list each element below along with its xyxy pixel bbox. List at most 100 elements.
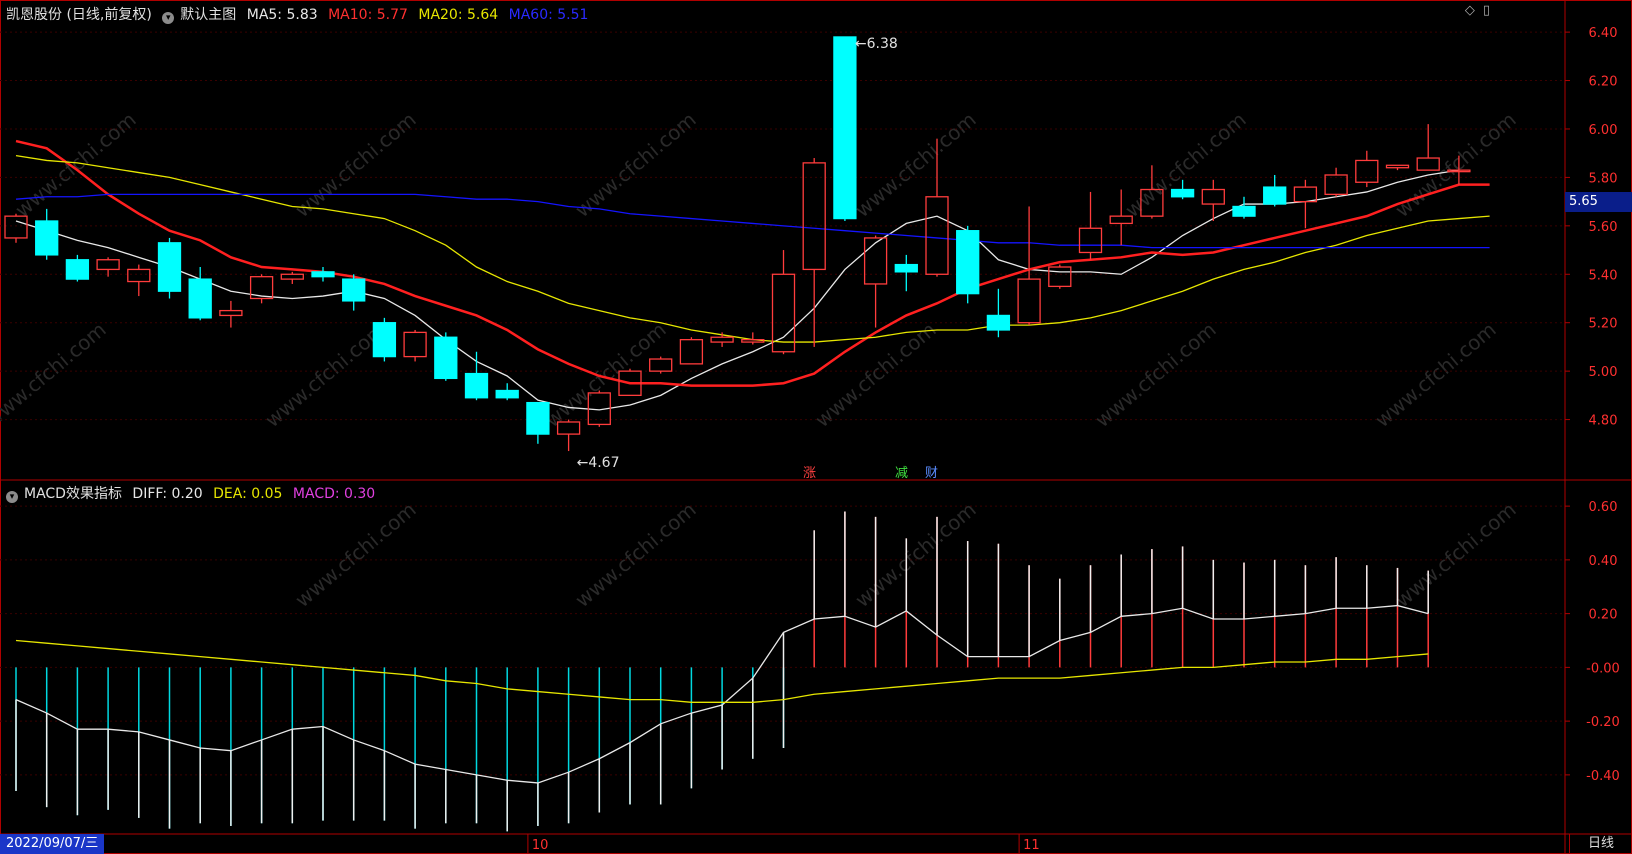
- watermark-text: www.cfchi.com: [290, 107, 420, 222]
- candle: [280, 271, 304, 284]
- watermark-text: www.cfchi.com: [1090, 317, 1220, 432]
- watermark-text: www.cfchi.com: [810, 317, 940, 432]
- candle-body-down: [342, 278, 366, 302]
- moving-average-lines: [15, 139, 1490, 411]
- window-icon[interactable]: ▯: [1483, 3, 1490, 18]
- candle: [35, 208, 59, 260]
- macd-title[interactable]: MACD效果指标: [24, 486, 122, 502]
- dea-value: DEA: 0.05: [213, 486, 283, 502]
- cursor-date: 2022/09/07/三: [0, 834, 105, 854]
- x-tick-label: 10: [532, 838, 549, 853]
- event-tag-finance[interactable]: 财: [925, 462, 938, 481]
- candle: [894, 254, 918, 292]
- watermark-text: www.cfchi.com: [540, 317, 670, 432]
- watermark-text: www.cfchi.com: [290, 497, 420, 612]
- main-view-label[interactable]: 默认主图: [180, 7, 236, 23]
- candle-body-up: [219, 309, 243, 317]
- price-tick-label: 5.00: [1589, 365, 1618, 380]
- extreme-price-label: ←4.67: [577, 455, 620, 471]
- event-tag-reduce[interactable]: 减: [895, 462, 908, 481]
- ma5-value: MA5: 5.83: [246, 7, 318, 23]
- dropdown-icon[interactable]: ▾: [6, 491, 18, 503]
- candle: [342, 274, 366, 311]
- candle-body-down: [986, 314, 1011, 331]
- price-tick-label: 6.20: [1589, 75, 1618, 90]
- candle: [434, 332, 458, 381]
- price-tick-label: 5.60: [1589, 220, 1618, 235]
- candle-body-down: [495, 389, 519, 399]
- macd-tick-label: -0.00: [1586, 661, 1620, 676]
- watermark-text: www.cfchi.com: [850, 497, 980, 612]
- candle-body-down: [894, 263, 918, 273]
- price-tick-label: 4.80: [1589, 414, 1618, 429]
- candle-body-up: [1017, 278, 1041, 324]
- x-tick-label: 11: [1023, 838, 1040, 853]
- candle-body-down: [65, 259, 90, 280]
- candle-body-down: [1232, 205, 1256, 217]
- candle: [771, 250, 796, 355]
- main-chart-header: 凯恩股份 (日线,前复权) ▾ 默认主图 MA5: 5.83 MA10: 5.77…: [6, 4, 594, 24]
- candle-body-down: [956, 230, 980, 295]
- macd-tick-label: 0.60: [1589, 500, 1618, 515]
- candle-body-up: [1048, 266, 1072, 288]
- candle: [802, 158, 826, 347]
- candle-body-up: [802, 162, 826, 271]
- candle-body-up: [403, 331, 427, 358]
- ma10-value: MA10: 5.77: [328, 7, 408, 23]
- watermark-text: www.cfchi.com: [570, 497, 700, 612]
- watermark-text: www.cfchi.com: [0, 317, 111, 432]
- candle-body-up: [280, 273, 304, 280]
- candle: [1017, 206, 1041, 326]
- dropdown-icon[interactable]: ▾: [162, 12, 175, 24]
- candle: [403, 329, 427, 362]
- stock-chart[interactable]: www.cfchi.com www.cfchi.com www.cfchi.com w…: [0, 0, 1632, 854]
- candle-body-up: [925, 196, 949, 275]
- candle: [1293, 179, 1318, 229]
- candle: [1263, 174, 1287, 207]
- candle-body-up: [1293, 186, 1318, 203]
- candle-body-up: [679, 339, 704, 365]
- candle-body-down: [1170, 188, 1195, 198]
- current-price-label: 5.65: [1565, 192, 1632, 212]
- price-tick-label: 5.40: [1589, 268, 1618, 283]
- stock-title[interactable]: 凯恩股份 (日线,前复权): [6, 7, 152, 23]
- watermarks: www.cfchi.com www.cfchi.com www.cfchi.com w…: [0, 107, 1521, 612]
- price-tick-label: 6.00: [1589, 123, 1618, 138]
- diff-value: DIFF: 0.20: [132, 486, 203, 502]
- candle: [65, 254, 90, 282]
- period-label[interactable]: 日线: [1569, 834, 1632, 854]
- candle: [833, 36, 857, 221]
- watermark-text: www.cfchi.com: [1390, 107, 1520, 222]
- candle-body-up: [1109, 215, 1133, 225]
- macd-tick-label: -0.40: [1586, 769, 1620, 784]
- extreme-price-label: ←6.38: [855, 36, 898, 52]
- candle: [372, 317, 397, 362]
- price-tick-label: 6.40: [1589, 26, 1618, 41]
- price-tick-label: 5.80: [1589, 171, 1618, 186]
- candle-body-down: [35, 220, 59, 256]
- candle-body-up: [649, 358, 673, 372]
- candle-body-down: [157, 242, 182, 292]
- candle: [1048, 264, 1072, 289]
- watermark-text: www.cfchi.com: [10, 107, 140, 222]
- watermark-text: www.cfchi.com: [1370, 317, 1500, 432]
- candle: [679, 337, 704, 365]
- candle: [464, 351, 489, 401]
- candle: [188, 267, 212, 321]
- candle: [710, 332, 734, 347]
- ma60-value: MA60: 5.51: [508, 7, 589, 23]
- candle-body-up: [710, 336, 734, 343]
- candle: [1385, 164, 1410, 171]
- macd-value: MACD: 0.30: [292, 486, 376, 502]
- ma20-value: MA20: 5.64: [418, 7, 499, 23]
- candle: [495, 383, 519, 401]
- event-tag-up[interactable]: 涨: [803, 462, 816, 481]
- candle: [986, 288, 1011, 338]
- candle: [1355, 150, 1379, 188]
- candle: [1232, 196, 1256, 219]
- watermark-text: www.cfchi.com: [570, 107, 700, 222]
- candle-body-up: [127, 268, 151, 283]
- diamond-icon[interactable]: ◇: [1465, 3, 1475, 18]
- candle: [526, 401, 550, 444]
- candle-body-down: [526, 401, 550, 435]
